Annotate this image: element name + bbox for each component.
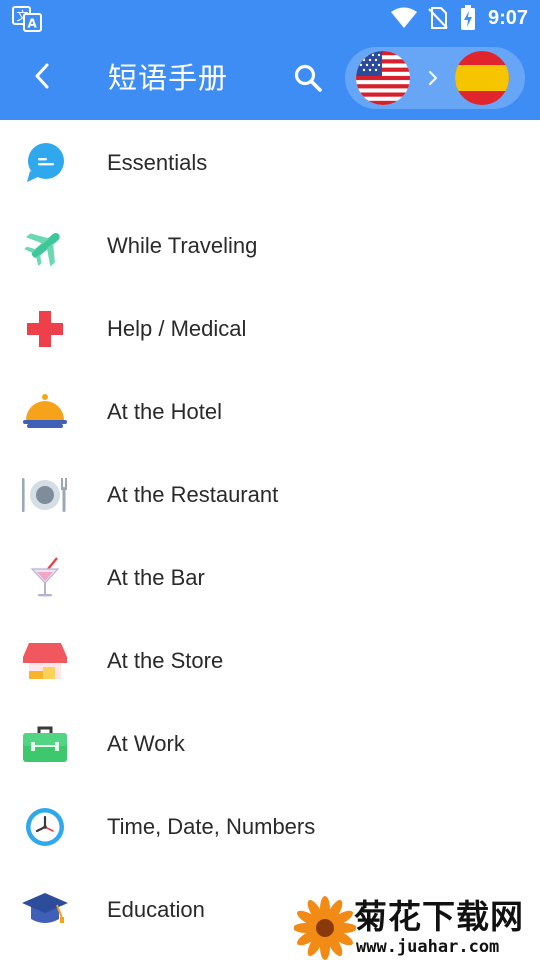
us-flag-icon[interactable] — [356, 51, 410, 105]
chat-bubble-icon — [21, 140, 69, 186]
watermark-title: 菊花下载网 — [354, 897, 524, 936]
list-item-label: At the Store — [107, 648, 224, 673]
clock-icon — [21, 804, 69, 850]
flower-logo-icon — [293, 896, 357, 960]
spain-flag-icon[interactable] — [455, 51, 509, 105]
graduation-cap-icon — [21, 887, 69, 933]
no-sim-icon — [428, 6, 448, 30]
list-item-essentials[interactable]: Essentials — [0, 121, 540, 204]
cocktail-icon — [21, 555, 69, 601]
list-item-at-the-restaurant[interactable]: At the Restaurant — [0, 453, 540, 536]
chevron-right-icon — [425, 63, 441, 93]
status-bar: 文 A 9:07 — [0, 0, 540, 36]
briefcase-icon — [21, 721, 69, 767]
status-time: 9:07 — [487, 6, 528, 29]
svg-text:A: A — [28, 17, 38, 31]
battery-charging-icon — [460, 5, 476, 31]
plate-cutlery-icon — [21, 472, 69, 518]
search-button[interactable] — [288, 60, 328, 100]
toolbar: 短语手册 — [0, 36, 540, 120]
list-item-label: Help / Medical — [107, 316, 247, 341]
list-item-label: Education — [107, 897, 205, 922]
translate-app-icon: 文 A — [12, 6, 42, 32]
app-header: 文 A 9:07 短语手册 — [0, 0, 540, 120]
list-item-label: At the Restaurant — [107, 482, 279, 507]
list-item-help-medical[interactable]: Help / Medical — [0, 287, 540, 370]
list-item-label: Time, Date, Numbers — [107, 814, 316, 839]
wifi-icon — [390, 7, 418, 29]
service-bell-icon — [21, 389, 69, 435]
medical-cross-icon — [21, 306, 69, 352]
list-item-at-the-store[interactable]: At the Store — [0, 619, 540, 702]
list-item-time-date-numbers[interactable]: Time, Date, Numbers — [0, 785, 540, 868]
category-list: Essentials While Traveling Help / Medica… — [0, 121, 540, 951]
back-arrow-icon — [34, 63, 50, 93]
list-item-while-traveling[interactable]: While Traveling — [0, 204, 540, 287]
list-item-at-the-hotel[interactable]: At the Hotel — [0, 370, 540, 453]
list-item-at-work[interactable]: At Work — [0, 702, 540, 785]
store-icon — [21, 638, 69, 684]
airplane-icon — [21, 223, 69, 269]
status-icons: 9:07 — [390, 4, 528, 32]
list-item-label: At the Hotel — [107, 399, 222, 424]
list-item-at-the-bar[interactable]: At the Bar — [0, 536, 540, 619]
list-item-label: While Traveling — [107, 233, 258, 258]
watermark-url: www.juahar.com — [356, 937, 500, 957]
language-switcher[interactable] — [345, 47, 525, 109]
search-icon — [293, 63, 323, 97]
list-item-label: Essentials — [107, 150, 208, 175]
list-item-label: At the Bar — [107, 565, 205, 590]
list-item-label: At Work — [107, 731, 185, 756]
back-button[interactable] — [24, 58, 60, 98]
page-title: 短语手册 — [108, 61, 229, 95]
watermark: 菊花下载网 www.juahar.com — [292, 896, 540, 960]
